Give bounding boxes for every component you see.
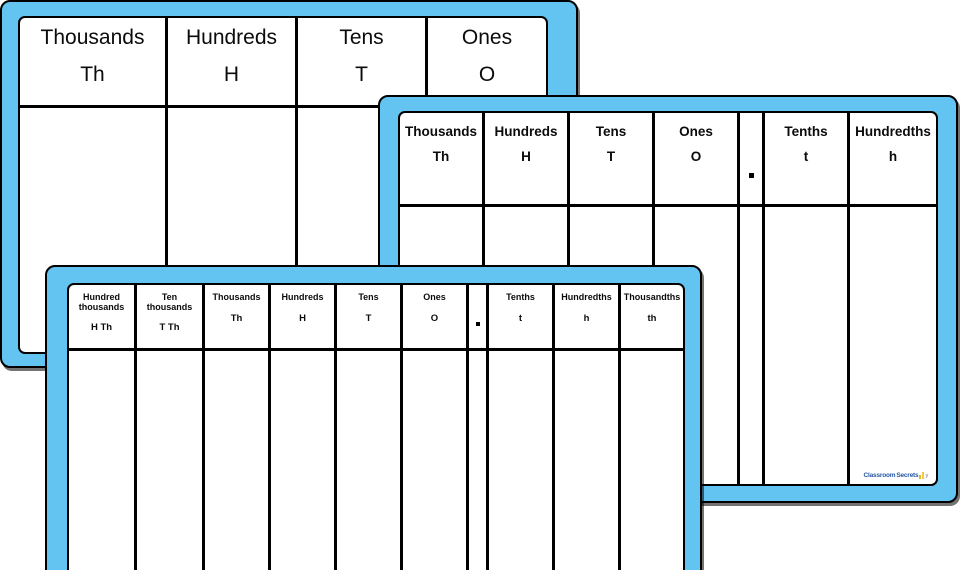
column-header-hundreds[interactable]: Hundreds H [485,113,570,204]
column-header-hundredths[interactable]: Hundredths h [850,113,936,204]
logo-subtext: y [925,473,928,479]
column-abbr: H [521,149,531,165]
column-header-tenths[interactable]: Tenths t [489,285,555,348]
column-name: Tenths [506,292,535,302]
column-header-hundreds[interactable]: Hundreds H [271,285,337,348]
column-header-decimal-point[interactable] [740,113,765,204]
column-name: Ten thousands [146,292,193,312]
logo-bars-icon [919,471,925,479]
column-header-tens[interactable]: Tens T [337,285,403,348]
column-abbr: h [888,149,898,165]
column-header-hundreds[interactable]: Hundreds H [168,18,298,105]
answer-cell-ten-thousands[interactable] [137,351,205,570]
brand-logo: Classroom Secrets y [864,471,928,479]
column-header-thousands[interactable]: Thousands Th [400,113,485,204]
column-header-tenths[interactable]: Tenths t [765,113,850,204]
column-abbr: H [299,312,306,324]
answer-cell-thousands[interactable] [205,351,271,570]
column-header-ones[interactable]: Ones O [655,113,740,204]
column-abbr: Th [80,63,105,87]
column-abbr: T [606,149,616,165]
column-header-ten-thousands[interactable]: Ten thousands T Th [137,285,205,348]
column-header-hundred-thousands[interactable]: Hundred thousands H Th [69,285,137,348]
answer-cell-hundred-thousands[interactable] [69,351,137,570]
answer-cell-tens[interactable] [337,351,403,570]
card-3-header-row: Hundred thousands H Th Ten thousands T T… [69,285,683,351]
column-abbr: h [583,312,590,324]
column-abbr: O [478,63,496,87]
column-abbr: T [355,63,368,87]
column-abbr: T Th [159,322,180,334]
column-header-ones[interactable]: Ones O [403,285,469,348]
column-name: Tens [595,124,627,139]
answer-cell-hundreds[interactable] [271,351,337,570]
answer-cell-ones[interactable] [403,351,469,570]
column-name: Hundred thousands [78,292,125,312]
column-name: Hundredths [855,124,931,139]
answer-cell-hundredths[interactable] [850,207,936,484]
column-name: Ones [423,292,446,302]
column-abbr: H Th [90,322,113,334]
column-name: Ones [679,124,713,139]
column-name: Thousands [404,124,477,139]
worksheet-canvas: Thousands Th Hundreds H Tens T Ones O Th… [0,0,960,570]
column-header-thousands[interactable]: Thousands Th [205,285,271,348]
column-name: Hundreds [281,292,324,302]
column-abbr: H [223,63,240,87]
answer-cell-decimal-point [740,207,765,484]
column-name: Hundreds [494,124,558,139]
column-abbr: Th [230,312,243,324]
column-name: Thousands [40,26,145,49]
column-abbr: t [518,312,523,324]
answer-cell-tenths[interactable] [489,351,555,570]
column-name: Hundreds [185,26,278,49]
column-name: Ones [461,26,513,49]
column-abbr: T [365,312,372,324]
decimal-point-icon [475,322,480,326]
column-header-thousands[interactable]: Thousands Th [20,18,168,105]
column-header-hundredths[interactable]: Hundredths h [555,285,621,348]
column-name: Tens [339,26,384,49]
column-abbr: th [647,312,657,324]
column-name: Tens [358,292,379,302]
column-abbr: O [690,149,702,165]
place-value-chart-card-3[interactable]: Hundred thousands H Th Ten thousands T T… [45,265,702,570]
column-abbr: Th [432,149,450,165]
column-header-ones[interactable]: Ones O [428,18,546,105]
column-name: Tenths [784,124,828,139]
column-abbr: t [803,149,809,165]
card-3-body-row [69,351,683,570]
logo-text-1: Classroom [863,472,896,479]
column-abbr: O [430,312,439,324]
answer-cell-thousandths[interactable] [621,351,683,570]
card-2-header-row: Thousands Th Hundreds H Tens T Ones O Te… [400,113,936,207]
column-name: Hundredths [561,292,612,302]
answer-cell-tenths[interactable] [765,207,850,484]
card-3-paper: Hundred thousands H Th Ten thousands T T… [67,283,685,570]
column-header-decimal-point[interactable] [469,285,489,348]
column-header-tens[interactable]: Tens T [298,18,428,105]
column-name: Thousandths [623,292,681,302]
column-name: Thousands [212,292,261,302]
answer-cell-decimal-point [469,351,489,570]
card-3-table: Hundred thousands H Th Ten thousands T T… [69,285,683,570]
answer-cell-hundredths[interactable] [555,351,621,570]
column-header-tens[interactable]: Tens T [570,113,655,204]
column-header-thousandths[interactable]: Thousandths th [621,285,683,348]
decimal-point-icon [748,173,754,178]
logo-text-2: Secrets [896,472,919,479]
